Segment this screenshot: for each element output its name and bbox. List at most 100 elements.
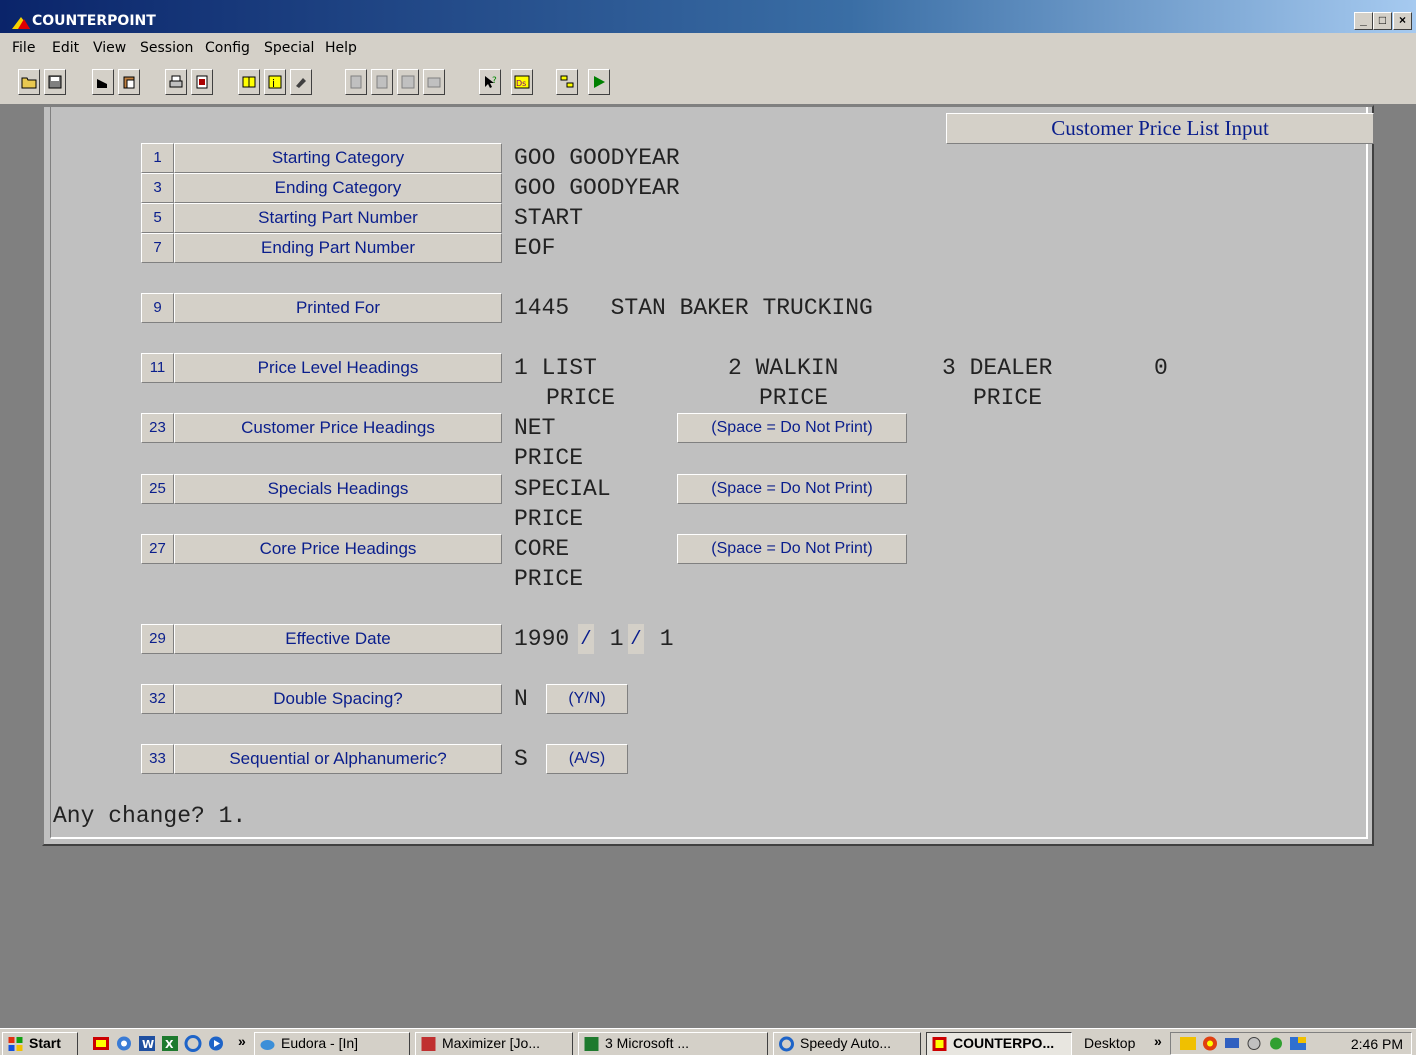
ie-quicklaunch-icon[interactable]	[184, 1035, 202, 1052]
printer-setup-icon[interactable]	[191, 69, 213, 95]
menu-special[interactable]: Special	[264, 40, 314, 56]
tray-security-icon[interactable]	[1267, 1035, 1285, 1052]
field-label[interactable]: Ending Category	[174, 173, 502, 203]
svg-text:Ds: Ds	[516, 79, 526, 88]
field-label[interactable]: Ending Part Number	[174, 233, 502, 263]
field-number[interactable]: 9	[141, 293, 174, 323]
field-number[interactable]: 11	[141, 353, 174, 383]
task-microsoft-group[interactable]: 3 Microsoft ...	[578, 1032, 768, 1055]
window-title: COUNTERPOINT	[32, 13, 156, 29]
menu-edit[interactable]: Edit	[52, 40, 79, 56]
maximize-button[interactable]: □	[1373, 12, 1392, 30]
field-label[interactable]: Core Price Headings	[174, 534, 502, 564]
task-eudora[interactable]: Eudora - [In]	[254, 1032, 410, 1055]
menu-file[interactable]: File	[12, 40, 35, 56]
maximizer-icon	[421, 1037, 436, 1051]
customer-price-space-hint: (Space = Do Not Print)	[677, 413, 907, 443]
run-icon[interactable]	[588, 69, 610, 95]
excel-icon	[584, 1037, 599, 1051]
form-title: Customer Price List Input	[946, 113, 1374, 144]
field-number[interactable]: 27	[141, 534, 174, 564]
media-quicklaunch-icon[interactable]	[207, 1035, 225, 1052]
taskbar: Start W X » Eudora - [In] Maximizer [Jo.…	[0, 1028, 1416, 1055]
field-label[interactable]: Starting Part Number	[174, 203, 502, 233]
excel-quicklaunch-icon[interactable]: X	[161, 1035, 179, 1052]
counterpoint-quicklaunch-icon[interactable]	[92, 1035, 110, 1052]
price-level-1-line1: 1 LIST	[514, 355, 597, 381]
field-label[interactable]: Price Level Headings	[174, 353, 502, 383]
field-label[interactable]: Effective Date	[174, 624, 502, 654]
ie-icon	[779, 1036, 794, 1052]
desktop-toolbar-label[interactable]: Desktop	[1084, 1035, 1135, 1051]
field-number[interactable]: 32	[141, 684, 174, 714]
cut-icon[interactable]	[92, 69, 114, 95]
browser-quicklaunch-icon[interactable]	[115, 1035, 133, 1052]
field-number[interactable]: 3	[141, 173, 174, 203]
word-quicklaunch-icon[interactable]: W	[138, 1035, 156, 1052]
tree-icon[interactable]	[556, 69, 578, 95]
menu-help[interactable]: Help	[325, 40, 357, 56]
open-folder-icon[interactable]	[18, 69, 40, 95]
help-pointer-icon[interactable]: ?	[479, 69, 501, 95]
field-label[interactable]: Specials Headings	[174, 474, 502, 504]
price-level-3-line2: PRICE	[973, 385, 1043, 411]
keyboard-icon[interactable]	[423, 69, 445, 95]
quicklaunch-chevron[interactable]: »	[238, 1033, 246, 1049]
close-button[interactable]: ×	[1393, 12, 1412, 30]
field-number[interactable]: 33	[141, 744, 174, 774]
command-prompt[interactable]: Any change? 1.	[53, 803, 246, 829]
field-label[interactable]: Customer Price Headings	[174, 413, 502, 443]
field-number[interactable]: 1	[141, 143, 174, 173]
field-label[interactable]: Sequential or Alphanumeric?	[174, 744, 502, 774]
zoom-icon[interactable]	[290, 69, 312, 95]
menu-view[interactable]: View	[93, 40, 126, 56]
field-number[interactable]: 5	[141, 203, 174, 233]
task-counterpoint[interactable]: COUNTERPO...	[926, 1032, 1072, 1055]
doc-icon[interactable]	[345, 69, 367, 95]
field-label[interactable]: Printed For	[174, 293, 502, 323]
specials-heading-line2: PRICE	[514, 506, 584, 532]
task-speedy-auto[interactable]: Speedy Auto...	[773, 1032, 921, 1055]
svg-text:i: i	[272, 77, 275, 90]
task-maximizer[interactable]: Maximizer [Jo...	[415, 1032, 573, 1055]
effective-date-month: 1	[596, 626, 624, 652]
sequential-alphanumeric-value: S	[514, 746, 528, 772]
field-number[interactable]: 25	[141, 474, 174, 504]
svg-text:?: ?	[492, 76, 497, 86]
core-price-heading-line2: PRICE	[514, 566, 584, 592]
desktop-chevron[interactable]: »	[1154, 1033, 1162, 1049]
tray-clock-icon[interactable]	[1245, 1035, 1263, 1052]
window-icon[interactable]	[238, 69, 260, 95]
core-price-heading-line1: CORE	[514, 536, 570, 562]
print-icon[interactable]	[165, 69, 187, 95]
field-label[interactable]: Starting Category	[174, 143, 502, 173]
minimize-button[interactable]: _	[1354, 12, 1373, 30]
dos-icon[interactable]: Ds	[511, 69, 533, 95]
tray-app-icon[interactable]	[1179, 1035, 1197, 1052]
tray-flower-icon[interactable]	[1201, 1035, 1219, 1052]
price-level-2-line2: PRICE	[759, 385, 829, 411]
info-icon[interactable]: i	[264, 69, 286, 95]
svg-text:W: W	[142, 1038, 154, 1051]
menu-config[interactable]: Config	[205, 40, 250, 56]
form-inner: Customer Price List Input 1 Starting Cat…	[50, 107, 1374, 839]
save-disk-icon[interactable]	[44, 69, 66, 95]
field-number[interactable]: 7	[141, 233, 174, 263]
task-label: Speedy Auto...	[800, 1035, 892, 1051]
printed-for-value: 1445 STAN BAKER TRUCKING	[514, 295, 873, 321]
field-number[interactable]: 23	[141, 413, 174, 443]
starting-part-number-value: START	[514, 205, 584, 231]
title-bar: COUNTERPOINT _ □ ×	[0, 0, 1416, 33]
font-icon[interactable]	[397, 69, 419, 95]
tray-network-icon[interactable]	[1223, 1035, 1241, 1052]
task-label: 3 Microsoft ...	[605, 1035, 690, 1051]
menu-session[interactable]: Session	[140, 40, 193, 56]
paste-icon[interactable]	[118, 69, 140, 95]
tray-counterpoint-icon[interactable]	[1289, 1035, 1307, 1052]
field-label[interactable]: Double Spacing?	[174, 684, 502, 714]
date-separator: /	[628, 624, 644, 654]
clock[interactable]: 2:46 PM	[1351, 1036, 1403, 1052]
doc2-icon[interactable]	[371, 69, 393, 95]
start-button[interactable]: Start	[2, 1032, 78, 1055]
field-number[interactable]: 29	[141, 624, 174, 654]
